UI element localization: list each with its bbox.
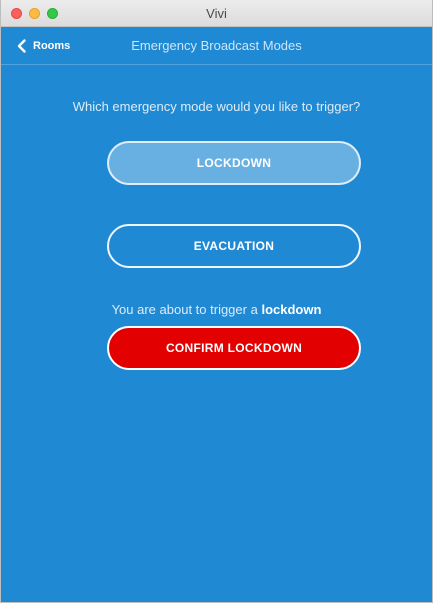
rooms-back-label: Rooms bbox=[33, 40, 71, 52]
confirm-lockdown-button[interactable]: CONFIRM LOCKDOWN bbox=[107, 326, 361, 370]
rooms-back-button[interactable]: Rooms bbox=[15, 37, 70, 55]
screenshot-page: Vivi Rooms Emergency Broadcast Modes Whi… bbox=[0, 0, 435, 603]
navigation-bar: Rooms Emergency Broadcast Modes bbox=[1, 27, 432, 65]
trigger-message-prefix: You are about to trigger a bbox=[111, 302, 258, 317]
application-window: Vivi Rooms Emergency Broadcast Modes Whi… bbox=[0, 0, 433, 603]
chevron-left-icon bbox=[17, 39, 26, 53]
selected-mode-name: lockdown bbox=[261, 302, 322, 317]
lockdown-mode-button[interactable]: LOCKDOWN bbox=[107, 141, 361, 185]
trigger-confirmation-message: You are about to trigger a lockdown bbox=[21, 301, 412, 318]
emergency-mode-question: Which emergency mode would you like to t… bbox=[72, 99, 361, 114]
page-title: Emergency Broadcast Modes bbox=[131, 38, 302, 53]
emergency-broadcast-screen: Rooms Emergency Broadcast Modes Which em… bbox=[1, 27, 432, 602]
evacuation-mode-button[interactable]: EVACUATION bbox=[107, 224, 361, 268]
window-titlebar: Vivi bbox=[1, 0, 432, 27]
window-title: Vivi bbox=[206, 6, 227, 21]
